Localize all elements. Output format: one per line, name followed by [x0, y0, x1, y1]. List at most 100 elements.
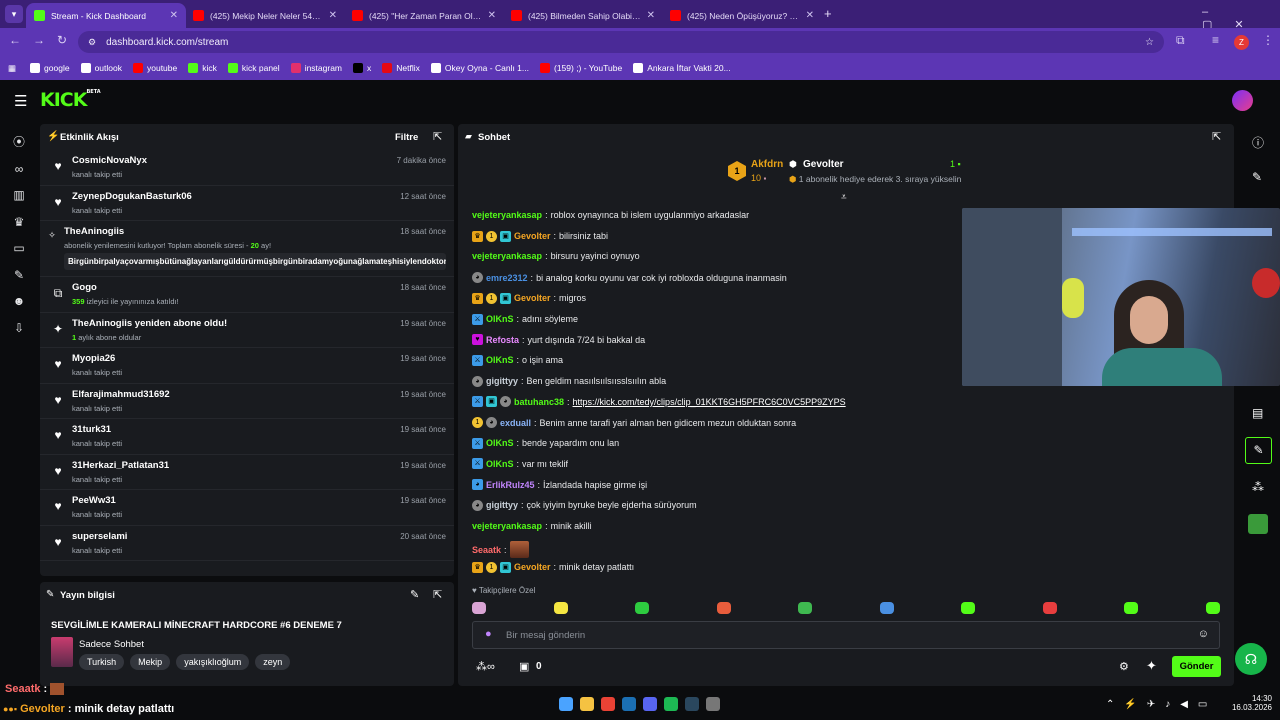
bookmark-9[interactable]: (159) ;) - YouTube — [539, 63, 622, 73]
bookmark-5[interactable]: instagram — [290, 63, 342, 73]
bookmark-10[interactable]: Ankara İftar Vakti 20... — [633, 63, 731, 73]
emote-button[interactable] — [553, 602, 568, 614]
activity-item[interactable]: ♥ Elfarajimahmud31692 kanalı takip etti 19 … — [40, 384, 454, 419]
user-avatar[interactable] — [1232, 90, 1253, 111]
chat-username[interactable]: OlKnS — [486, 314, 514, 324]
tab-4[interactable]: (425) Neden Öpüşüyoruz? - You ✕ — [662, 3, 822, 28]
bookmark-7[interactable]: Netflix — [382, 63, 420, 73]
chat-username[interactable]: ErlikRulz45 — [486, 480, 535, 490]
broadcast-icon[interactable]: ⦿ — [8, 131, 30, 153]
tab-search-button[interactable]: ▾ — [5, 5, 23, 23]
video-icon[interactable]: ▭ — [8, 237, 30, 259]
tab-2[interactable]: (425) "Her Zaman Paran Olsun" ✕ — [344, 3, 504, 28]
steam-icon[interactable] — [685, 697, 699, 711]
bookmark-star-icon[interactable]: ☆ — [1145, 37, 1154, 48]
popout-icon[interactable]: ⇱ — [1212, 130, 1221, 143]
chat-username[interactable]: Gevolter — [514, 231, 551, 241]
emote-button[interactable] — [798, 602, 813, 614]
microphone-icon[interactable]: ● — [485, 628, 492, 640]
settings-icon[interactable]: ⚙ — [1119, 660, 1129, 673]
system-tray[interactable]: ⌃⚡✈♪◀▭ — [1106, 699, 1217, 710]
close-tab-icon[interactable]: ✕ — [647, 10, 655, 21]
emote-button[interactable] — [472, 602, 486, 614]
popout-icon[interactable]: ⇱ — [433, 588, 442, 601]
obs-icon[interactable] — [706, 697, 720, 711]
chat-username[interactable]: exduall — [500, 418, 531, 428]
new-tab-button[interactable]: + — [824, 6, 832, 21]
support-headset-icon[interactable]: ☊ — [1235, 643, 1267, 675]
chat-username[interactable]: OlKnS — [486, 459, 514, 469]
address-bar[interactable]: ⚙ dashboard.kick.com/stream ☆ — [78, 31, 1164, 53]
bookmark-4[interactable]: kick panel — [227, 63, 280, 73]
menu-icon[interactable]: ⋮ — [1262, 33, 1274, 47]
tab-0[interactable]: Stream - Kick Dashboard ✕ — [26, 3, 186, 28]
chat-username[interactable]: vejeteryankasap — [472, 210, 542, 220]
kick-logo[interactable]: KICKBETA — [40, 89, 101, 111]
activity-item[interactable]: ♥ PeeWw31 kanalı takip etti 19 saat önce — [40, 490, 454, 526]
emote-button[interactable] — [716, 602, 731, 614]
target-name[interactable]: Gevolter — [803, 159, 844, 170]
chat-link[interactable]: https://kick.com/tedy/clips/clip_01KKT6G… — [573, 397, 846, 407]
site-info-icon[interactable]: ⚙ — [88, 37, 96, 48]
bookmark-2[interactable]: youtube — [132, 63, 177, 73]
chat-username[interactable]: vejeteryankasap — [472, 521, 542, 531]
collapse-icon[interactable]: ⩡ — [841, 192, 847, 203]
points-icon[interactable]: ⁂∞ — [476, 660, 495, 673]
tab-3[interactable]: (425) Bilmeden Sahip Olabilecek ✕ — [503, 3, 663, 28]
bookmark-8[interactable]: Okey Oyna - Canlı 1... — [430, 63, 529, 73]
bookmark-3[interactable]: kick — [188, 63, 217, 73]
chat-username[interactable]: gigittyy — [486, 376, 518, 386]
close-tab-icon[interactable]: ✕ — [329, 10, 337, 21]
windows-start-icon[interactable] — [559, 697, 573, 711]
activity-item[interactable]: ♥ ZeynepDogukanBasturk06 kanalı takip etti… — [40, 186, 454, 221]
emoji-icon[interactable]: ☺ — [1198, 628, 1209, 640]
chat-username[interactable]: OlKnS — [486, 355, 514, 365]
chrome-icon[interactable] — [601, 697, 615, 711]
emote-button[interactable] — [1205, 602, 1220, 614]
stream-tag[interactable]: Turkish — [79, 654, 125, 670]
activity-item[interactable]: ♥ 31turk31 kanalı takip etti 19 saat önce — [40, 419, 454, 455]
app-icon[interactable] — [1248, 514, 1268, 534]
download-icon[interactable]: ⇩ — [8, 317, 30, 339]
edit-icon[interactable]: ✎ — [410, 588, 419, 601]
printer-icon[interactable]: ▤ — [1252, 406, 1263, 420]
forward-icon[interactable]: → — [33, 33, 45, 47]
discord-icon[interactable] — [643, 697, 657, 711]
chat-username[interactable]: Seaatk — [472, 545, 501, 555]
activity-item[interactable]: ✦ TheAninogiis yeniden abone oldu! 1 aylık… — [40, 313, 454, 348]
activity-item[interactable]: ♥ 31Herkazi_Patlatan31 kanalı takip etti 19… — [40, 455, 454, 490]
extensions-icon[interactable]: ⧉ — [1176, 33, 1185, 48]
reload-icon[interactable]: ↻ — [57, 33, 67, 47]
gift-box-icon[interactable]: ▣ — [519, 660, 529, 673]
send-button[interactable]: Gönder — [1172, 656, 1221, 677]
emote-button[interactable] — [1042, 602, 1057, 614]
chat-username[interactable]: Refosta — [486, 335, 519, 345]
analytics-icon[interactable]: ▥ — [8, 184, 30, 206]
media-icon[interactable]: ≡ — [1212, 33, 1219, 47]
link-icon[interactable]: ∞ — [8, 158, 30, 180]
chat-username[interactable]: emre2312 — [486, 273, 528, 283]
activity-item[interactable]: ⧉ Gogo 359 izleyici ile yayınınıza katıldı… — [40, 277, 454, 313]
wrench-icon[interactable]: ✎ — [8, 264, 30, 286]
filter-button[interactable]: Filtre — [395, 132, 418, 143]
spotify-icon[interactable] — [664, 697, 678, 711]
community-icon[interactable]: ⁂ — [1252, 480, 1264, 494]
chat-username[interactable]: vejeteryankasap — [472, 251, 542, 261]
tab-1[interactable]: (425) Mekip Neler Neler 54.Bölü ✕ — [185, 3, 345, 28]
hamburger-menu-icon[interactable]: ☰ — [14, 92, 27, 110]
bookmark-1[interactable]: outlook — [80, 63, 122, 73]
popout-icon[interactable]: ⇱ — [433, 130, 442, 143]
close-tab-icon[interactable]: ✕ — [170, 10, 178, 21]
bookmark-6[interactable]: x — [353, 63, 371, 73]
profile-avatar[interactable]: Z — [1234, 35, 1249, 50]
back-icon[interactable]: ← — [9, 33, 21, 47]
emote-button[interactable] — [961, 602, 976, 614]
chat-input[interactable]: ● Bir mesaj gönderin ☺ — [472, 621, 1220, 649]
close-tab-icon[interactable]: ✕ — [488, 10, 496, 21]
chat-users-icon[interactable]: ✦ — [1146, 658, 1157, 674]
edit-icon[interactable]: ✎ — [1252, 170, 1262, 184]
emote-button[interactable] — [1124, 602, 1139, 614]
category-name[interactable]: Sadece Sohbet — [79, 639, 144, 650]
chat-username[interactable]: batuhanc38 — [514, 397, 564, 407]
chat-username[interactable]: Gevolter — [514, 293, 551, 303]
